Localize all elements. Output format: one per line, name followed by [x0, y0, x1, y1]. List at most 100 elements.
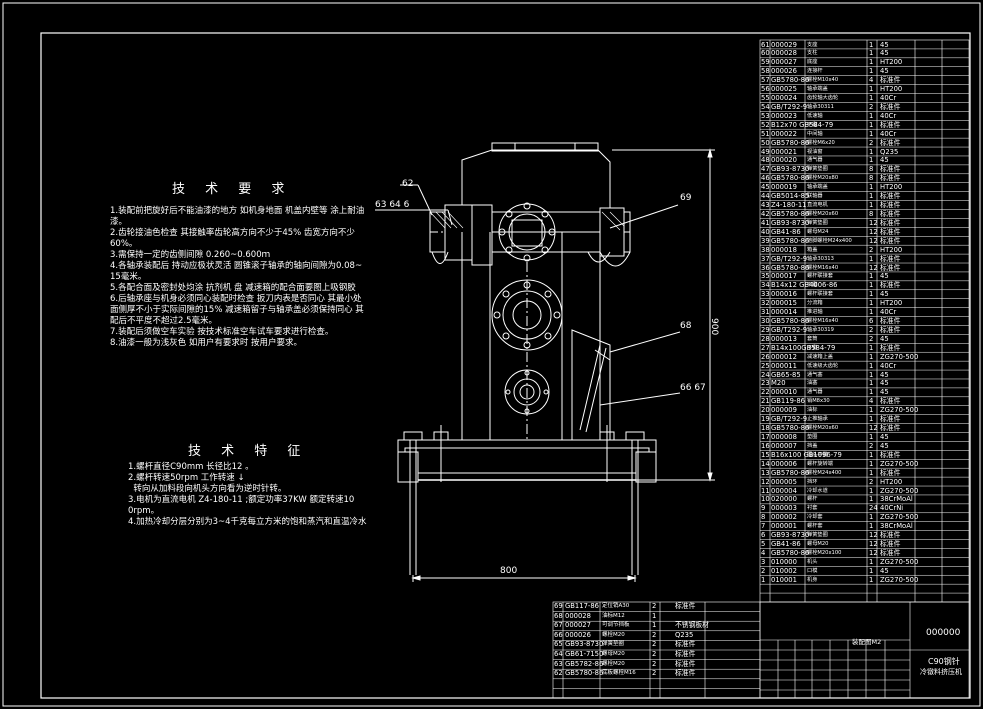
bom-cell: HT200 [880, 85, 903, 94]
bom-cell: GB41-86 [771, 227, 801, 236]
requirement-line: 15毫米。 [110, 272, 147, 282]
bom-cell: 螺栓M20x100 [807, 549, 842, 556]
bom-cell: 000025 [771, 85, 797, 94]
bom-cell: ZG270-500 [880, 459, 919, 468]
bom-cell: 1 [869, 468, 874, 477]
bom-cell: 1 [869, 557, 874, 566]
bom2-cell: 63 [554, 659, 563, 668]
bom-cell: 000006 [771, 459, 797, 468]
bom-cell: 4 [869, 76, 874, 85]
bom-cell: 000002 [771, 513, 797, 522]
bom-cell: HT200 [880, 183, 903, 192]
bom-cell: 40 [761, 227, 770, 236]
bom-cell: 油标 [807, 407, 818, 414]
bom-cell: 22 [761, 388, 770, 397]
bom-cell: 标准件 [880, 468, 901, 477]
bom2-cell: 标准件 [675, 659, 696, 668]
bom-cell: 50 [761, 138, 770, 147]
bom-cell: 2 [869, 441, 874, 450]
bom2-cell: 2 [652, 602, 657, 610]
bom-cell: 17 [761, 433, 770, 441]
bom2-cell: 可调节挡板 [602, 622, 630, 629]
bom-cell: 8 [869, 165, 874, 174]
bom-cell: 000014 [771, 308, 797, 317]
bom-cell: 11 [761, 486, 770, 495]
bom2-cell: 2 [652, 640, 657, 649]
bom-cell: 1 [869, 379, 874, 388]
bom-cell: 42 [761, 209, 770, 218]
bom-cell: 1 [869, 49, 874, 58]
bom-cell: 1 [869, 290, 874, 299]
bom-cell: 26 [761, 352, 770, 361]
bom-cell: 40Cr [880, 129, 897, 138]
bom-cell: 000021 [771, 147, 797, 156]
bom-cell: 8 [869, 209, 874, 218]
gearbox-view [375, 142, 715, 582]
bom-cell: 000005 [771, 477, 797, 486]
features-list: 1.螺杆直径C90mm 长径比12 。 2.螺杆转速50rpm 工作转速 ↓ 转向… [128, 462, 368, 528]
bom2-cell: 000028 [565, 611, 591, 620]
bom-cell: 000029 [771, 40, 797, 49]
bom-cell: 30 [761, 317, 770, 326]
requirements-list: 1.装配前把旋好后不能油漆的地方 如机身地面 机盖内壁等 涂上耐油 漆。 2.齿轮接… [110, 206, 365, 349]
bom-cell: 标准件 [880, 317, 901, 326]
bom-cell: 14 [761, 459, 770, 468]
bom-cell: 分流箱 [807, 300, 823, 307]
bom-cell: 挡盖 [807, 442, 818, 449]
bom-cell: 3 [761, 557, 766, 566]
bom-cell: 平键 [807, 344, 818, 351]
bom-cell: 中间轴 [807, 130, 823, 137]
bom-cell: 螺栓M20x80 [807, 175, 839, 182]
bom-cell: B14x12 GB4006-86 [771, 281, 838, 290]
dim-width: 800 [500, 566, 517, 576]
callout-66-67: 66 67 [680, 383, 706, 393]
bom-cell: 47 [761, 165, 770, 174]
bom-cell: 标准件 [880, 201, 901, 210]
bom-cell: GB/T292-9 [771, 254, 808, 263]
bom-cell: 1 [869, 183, 874, 192]
bom-cell: 地脚螺栓M24x400 [807, 237, 852, 244]
bom2-cell: GB61-7150 [565, 650, 604, 658]
bom-cell: 27 [761, 343, 770, 352]
bom2-cell: 弹簧垫圈 [602, 641, 625, 648]
bom-cell: 45 [880, 40, 889, 49]
drawing-name-line1: C90钢针 [928, 657, 960, 666]
bom-cell: 标准件 [880, 218, 901, 227]
bom-cell: 1 [869, 459, 874, 468]
bom-cell: 轴承30319 [807, 326, 834, 333]
requirement-line: 1.装配前把旋好后不能油漆的地方 如机身地面 机盖内壁等 涂上耐油 [110, 206, 365, 216]
bom-cell: 口模 [807, 567, 818, 574]
bom-cell: 23 [761, 379, 770, 388]
bom-cell: GB41-86 [771, 540, 801, 549]
bom-cell: 38CrMoAl [880, 495, 913, 504]
bom2-cell: 2 [652, 659, 657, 668]
bom-cell: 36 [761, 263, 770, 272]
bom2-cell: 000027 [565, 621, 591, 630]
bom2-cell: GB5780-86 [565, 669, 604, 678]
bom-cell: 1 [869, 281, 874, 290]
bom-cell: 000020 [771, 156, 797, 165]
bom-cell: 标准件 [880, 548, 901, 557]
bom-cell: 油塞 [807, 380, 818, 387]
bom-cell: 49 [761, 147, 770, 156]
bom-cell: 38 [761, 245, 770, 254]
bom-cell: 圆头平键 [807, 451, 828, 458]
requirement-line: 6.后轴承座与机身必须同心装配时检查 扳刀内表是否同心 其最小处 [110, 294, 362, 304]
bom2-cell: 1 [652, 621, 657, 630]
bom-cell: GB93-8730 [771, 218, 810, 227]
bom-cell: 45 [880, 290, 889, 299]
bom-cell: 1 [869, 370, 874, 379]
bom-cell: 21 [761, 397, 770, 406]
bom-cell: 轴承30311 [807, 103, 834, 110]
bom-cell: 45 [761, 183, 770, 192]
bom-cell: 56 [761, 85, 770, 94]
bom-cell: 000013 [771, 334, 797, 343]
bom-cell: 标准件 [880, 325, 901, 334]
bom-cell: 1 [869, 433, 874, 441]
bom-cell: 40Cr [880, 361, 897, 370]
bom2-cell: 62 [554, 669, 563, 678]
bom-cell: 8 [761, 513, 766, 522]
bom-cell: 000016 [771, 290, 797, 299]
bom-cell: 010001 [771, 575, 797, 584]
bom-cell: 通气塞 [807, 371, 823, 378]
